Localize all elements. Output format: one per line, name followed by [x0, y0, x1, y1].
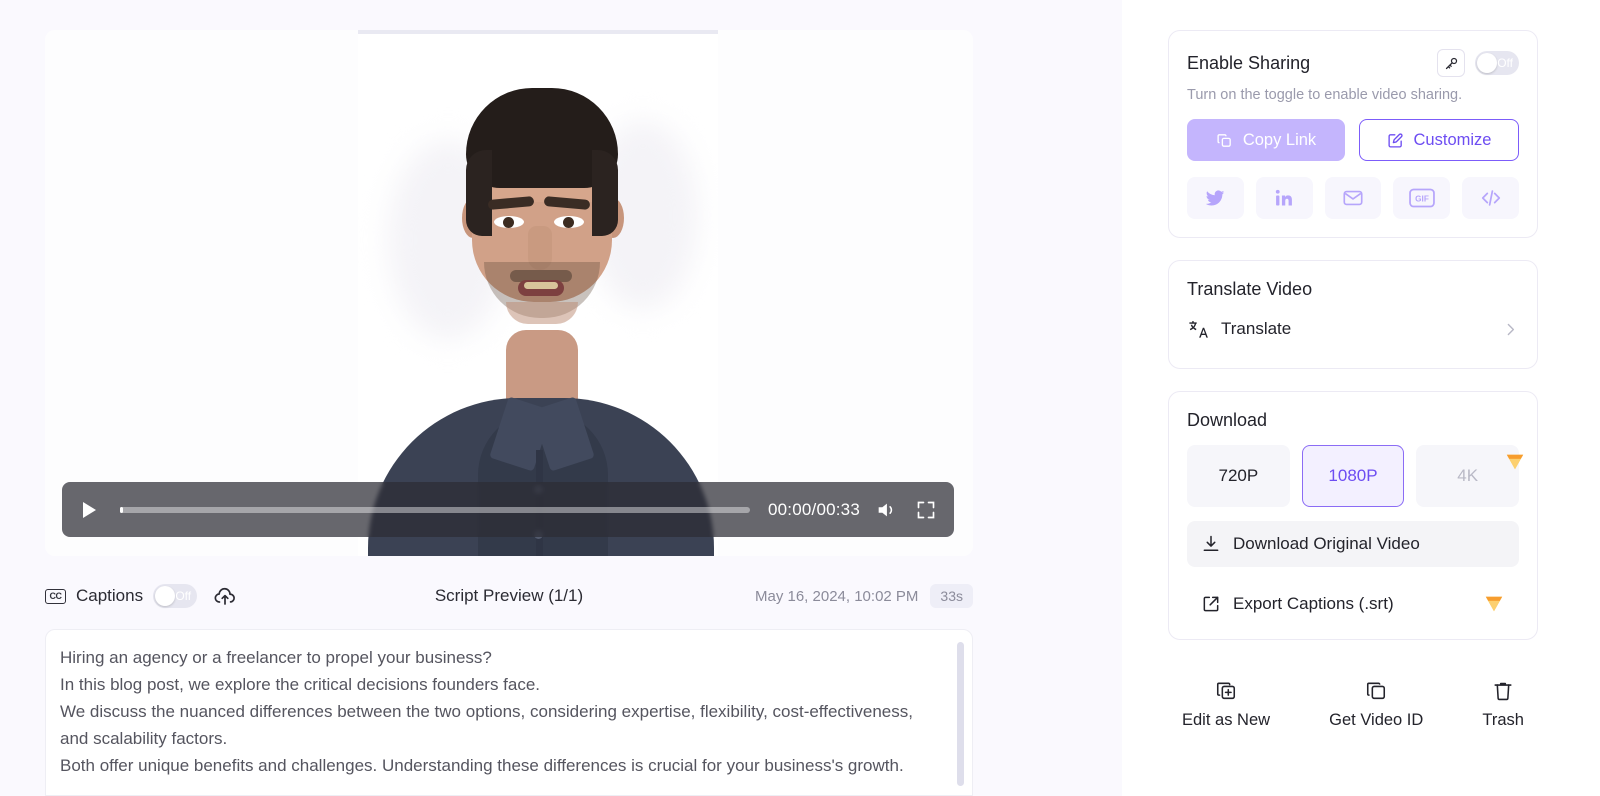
download-original-row[interactable]: Download Original Video: [1187, 521, 1519, 567]
translate-video-title: Translate Video: [1187, 279, 1313, 299]
fullscreen-button[interactable]: [912, 496, 940, 524]
twitter-icon: [1206, 190, 1225, 206]
external-link-icon: [1203, 596, 1219, 612]
share-twitter-button[interactable]: [1187, 177, 1244, 219]
captions-toggle-knob: [155, 586, 176, 606]
script-line: In this blog post, we explore the critic…: [60, 675, 541, 694]
presenter-portrait: [358, 30, 718, 556]
download-card: Download 720P 1080P 4K Download Original…: [1168, 391, 1538, 640]
sharing-button-row: Copy Link Customize: [1187, 119, 1519, 161]
quality-4k-label: 4K: [1457, 466, 1479, 485]
video-settings-pane: Enable Sharing Off Turn on the toggle to…: [1122, 0, 1600, 796]
get-video-id-label: Get Video ID: [1329, 711, 1424, 729]
video-detail-page: 00:00/00:33 Script Preview (1/1) CC Capt…: [0, 0, 1600, 796]
volume-icon: [878, 503, 893, 516]
copy-link-button[interactable]: Copy Link: [1187, 119, 1345, 161]
captions-toggle[interactable]: Off: [153, 584, 198, 608]
gem-icon: [1504, 452, 1526, 472]
progress-fill: [120, 506, 124, 513]
quality-4k-button[interactable]: 4K: [1416, 445, 1524, 507]
translate-icon: [1189, 321, 1208, 338]
share-email-button[interactable]: [1324, 177, 1382, 219]
script-line: Both offer unique benefits and challenge…: [60, 756, 904, 775]
video-frame: [358, 30, 718, 556]
enable-sharing-actions: Off: [1437, 49, 1519, 77]
customize-label: Customize: [1413, 130, 1492, 149]
play-icon: [82, 501, 96, 518]
translate-row[interactable]: Translate: [1187, 308, 1519, 350]
share-gif-button[interactable]: GIF: [1393, 177, 1451, 219]
quality-1080p-label: 1080P: [1328, 466, 1378, 485]
copy-icon: [1367, 682, 1386, 700]
enable-sharing-toggle[interactable]: Off: [1475, 51, 1519, 75]
video-meta-row: Script Preview (1/1) CC Captions Off May…: [45, 578, 973, 614]
copy-icon: [1217, 133, 1231, 147]
chevron-right-icon: [1502, 321, 1519, 338]
video-player-card[interactable]: [45, 30, 973, 556]
volume-button[interactable]: [872, 496, 900, 524]
script-scrollbar[interactable]: [957, 642, 964, 786]
quality-720p-button[interactable]: 720P: [1187, 445, 1290, 507]
enable-sharing-header: Enable Sharing Off: [1187, 49, 1519, 77]
play-button[interactable]: [76, 497, 102, 523]
quality-selector: 720P 1080P 4K: [1187, 445, 1524, 507]
social-share-row: GIF: [1187, 177, 1519, 219]
download-original-label: Download Original Video: [1233, 534, 1420, 553]
video-controls-bar[interactable]: 00:00/00:33: [62, 482, 954, 537]
export-captions-label: Export Captions (.srt): [1233, 594, 1394, 613]
share-embed-button[interactable]: [1462, 177, 1519, 219]
bottom-actions-row: Edit as New Get Video ID Trash: [1168, 662, 1538, 730]
progress-bar[interactable]: [120, 506, 750, 513]
customize-button[interactable]: Customize: [1359, 119, 1519, 161]
share-linkedin-button[interactable]: [1255, 177, 1313, 219]
translate-video-card: Translate Video Translate: [1168, 260, 1538, 369]
export-captions-row[interactable]: Export Captions (.srt): [1187, 581, 1519, 627]
edit-square-icon: [1387, 132, 1403, 148]
edit-as-new-button[interactable]: Edit as New: [1182, 680, 1270, 730]
email-icon: [1343, 190, 1363, 206]
gem-icon: [1483, 594, 1505, 614]
copy-link-label: Copy Link: [1242, 130, 1317, 149]
edit-as-new-label: Edit as New: [1182, 711, 1271, 729]
enable-sharing-card: Enable Sharing Off Turn on the toggle to…: [1168, 30, 1538, 238]
video-preview-pane: 00:00/00:33 Script Preview (1/1) CC Capt…: [0, 0, 1122, 796]
key-icon: [1445, 57, 1457, 69]
time-display: 00:00/00:33: [767, 499, 860, 519]
trash-button[interactable]: Trash: [1482, 680, 1524, 730]
embed-code-icon: [1481, 190, 1500, 206]
linkedin-icon: [1276, 189, 1293, 206]
video-stage: [45, 30, 973, 556]
enable-sharing-toggle-knob: [1477, 53, 1497, 73]
enable-sharing-subtitle: Turn on the toggle to enable video shari…: [1187, 87, 1463, 103]
quality-720p-label: 720P: [1218, 466, 1259, 485]
script-line: Hiring an agency or a freelancer to prop…: [60, 648, 492, 667]
translate-label: Translate: [1221, 319, 1292, 338]
download-icon: [1203, 535, 1219, 551]
download-title: Download: [1187, 410, 1268, 430]
gif-icon: GIF: [1408, 188, 1435, 208]
quality-1080p-button[interactable]: 1080P: [1301, 445, 1405, 507]
enable-sharing-title: Enable Sharing: [1187, 52, 1311, 73]
script-preview-box[interactable]: Hiring an agency or a freelancer to prop…: [45, 629, 973, 796]
script-line: We discuss the nuanced differences betwe…: [60, 702, 913, 748]
enable-sharing-toggle-state: Off: [1497, 56, 1513, 70]
captions-toggle-state: Off: [175, 589, 192, 603]
svg-text:GIF: GIF: [1415, 195, 1429, 204]
trash-label: Trash: [1482, 711, 1524, 729]
get-video-id-button[interactable]: Get Video ID: [1329, 680, 1423, 730]
edit-as-new-icon: [1216, 682, 1236, 700]
password-key-button[interactable]: [1437, 49, 1465, 77]
fullscreen-icon: [917, 501, 935, 518]
trash-icon: [1494, 682, 1512, 701]
